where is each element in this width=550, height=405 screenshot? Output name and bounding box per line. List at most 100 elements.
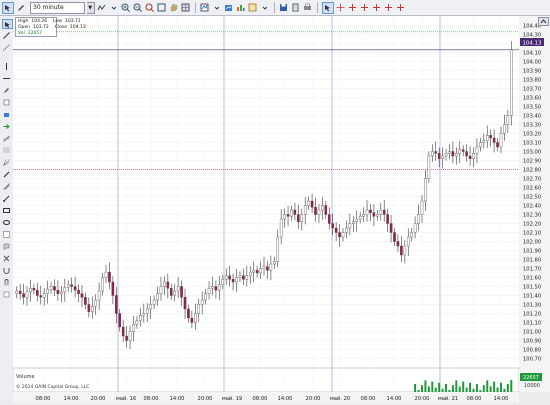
candle-body [73, 286, 77, 291]
arrow-tool-icon[interactable] [2, 122, 11, 130]
phone-tool-icon[interactable] [2, 110, 11, 118]
crosshair-icon[interactable] [336, 3, 346, 13]
y-tick-label: 102.50 [523, 195, 541, 201]
candle-body [231, 279, 235, 283]
object-icon[interactable] [248, 3, 258, 13]
chevron-down-icon[interactable] [212, 3, 222, 13]
y-tick-label: 103.40 [523, 114, 541, 120]
y-tick-label: 101.40 [523, 294, 541, 300]
fit-icon[interactable] [157, 3, 167, 13]
ellipse-tool-icon[interactable] [2, 218, 11, 226]
select-tool-icon[interactable] [2, 19, 13, 29]
rectangle-tool-icon[interactable] [2, 206, 11, 214]
zoom-in-icon[interactable] [121, 3, 131, 13]
candle-body [70, 284, 73, 287]
price-chart[interactable]: 104.40104.30104.20104.10104.00103.90103.… [12, 16, 550, 403]
text-tool-icon[interactable] [2, 230, 11, 238]
volume-panel-label: Volume [16, 374, 35, 380]
x-tick-label: 14:00 [278, 396, 293, 402]
hand-icon[interactable] [169, 3, 179, 13]
candle-body [437, 153, 441, 159]
plus-marker-icon[interactable] [372, 3, 382, 13]
toolbar-divider [316, 2, 318, 13]
volume-bar [431, 381, 434, 392]
chart-area[interactable]: 104.40104.30104.20104.10104.00103.90103.… [12, 16, 550, 403]
volume-bar [469, 382, 472, 392]
pencil-tool-icon[interactable] [2, 86, 11, 94]
volume-bar [462, 381, 465, 392]
plus-marker-icon[interactable] [348, 3, 358, 13]
candle-body [389, 223, 393, 233]
bars-icon[interactable] [236, 3, 246, 13]
chevron-down-icon[interactable] [260, 3, 270, 13]
candle-body [300, 214, 304, 222]
candle-body [479, 142, 482, 148]
cycle-tool-icon[interactable] [2, 194, 11, 202]
vertical-line-tool-icon[interactable] [2, 62, 11, 70]
magnet-tool-icon[interactable] [2, 266, 11, 274]
candle-body [235, 277, 238, 283]
candle-body [451, 151, 455, 157]
timeframe-dropdown-button[interactable]: ▼ [86, 1, 95, 14]
zoom-out-icon[interactable] [133, 3, 143, 13]
note-tool-icon[interactable] [2, 98, 11, 106]
indicator-icon[interactable] [224, 3, 234, 13]
y-tick-label: 102.10 [523, 231, 541, 237]
channel-tool-icon[interactable] [2, 134, 11, 142]
candle-body [455, 153, 458, 157]
timeframe-select[interactable]: 30 minute [30, 1, 85, 14]
plus-marker-icon[interactable] [360, 3, 370, 13]
candle-body [77, 289, 80, 294]
candle-body [510, 49, 513, 116]
candle-body [410, 232, 413, 238]
volume-bar [479, 390, 482, 392]
volume-bar [506, 384, 509, 392]
cursor-icon[interactable] [2, 1, 14, 14]
candle-body [176, 286, 180, 292]
horizontal-line-tool-icon[interactable] [2, 74, 11, 82]
layers-icon[interactable] [291, 3, 301, 13]
grid-icon[interactable] [181, 3, 191, 13]
candle-body [448, 151, 451, 154]
plus-marker-icon[interactable] [396, 3, 406, 13]
x-tick-label: 20:00 [91, 396, 106, 402]
plus-marker-icon[interactable] [384, 3, 394, 13]
volume-bar [493, 381, 496, 392]
crosshair-cursor-icon[interactable] [321, 1, 334, 14]
save-icon[interactable] [279, 3, 289, 13]
x-tick-label: 20:00 [415, 396, 430, 402]
candle-body [503, 124, 506, 134]
brush-tool-icon[interactable] [2, 170, 11, 178]
volume-bar [458, 386, 461, 392]
fibonacci-tool-icon[interactable] [2, 146, 11, 154]
candle-body [461, 149, 465, 152]
candle-body [458, 149, 462, 154]
pitchfork-tool-icon[interactable] [2, 182, 11, 190]
hide-tool-icon[interactable] [2, 290, 11, 298]
pencil-icon[interactable] [16, 3, 26, 13]
candle-body [293, 209, 297, 215]
candle-body [104, 271, 108, 278]
candle-body [197, 304, 201, 314]
print-icon[interactable] [303, 3, 313, 13]
lock-tool-icon[interactable] [2, 278, 11, 286]
collapse-panel-icon[interactable] [538, 17, 549, 26]
magnifier-icon[interactable] [145, 3, 155, 13]
delete-tool-icon[interactable] [2, 254, 11, 262]
candle-body [465, 151, 468, 157]
x-tick-label: май. 19 [222, 395, 242, 402]
y-tick-label: 100.80 [523, 348, 541, 354]
candle-body [303, 205, 307, 215]
ray-tool-icon[interactable] [2, 43, 11, 51]
y-tick-label: 101.30 [523, 303, 541, 309]
chart-type-icon[interactable] [200, 3, 210, 13]
volume-last-label: 22657 [523, 375, 539, 381]
label-tool-icon[interactable] [2, 242, 11, 250]
gann-tool-icon[interactable] [2, 158, 11, 166]
line-tool-icon[interactable] [2, 31, 11, 39]
candle-body [365, 209, 369, 215]
bar-style-icon[interactable] [97, 3, 107, 13]
volume-bar [465, 387, 468, 392]
chevron-down-icon[interactable] [109, 3, 119, 13]
candle-body [434, 151, 437, 154]
